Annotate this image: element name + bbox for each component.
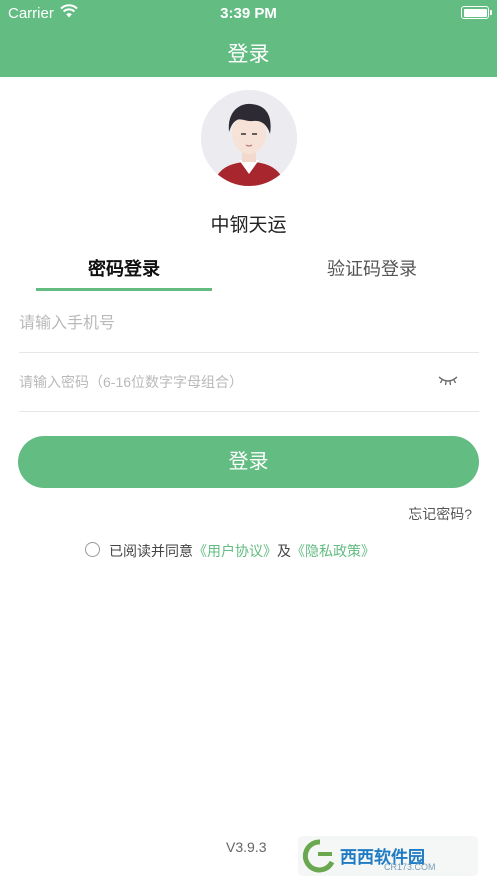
clock: 3:39 PM	[220, 5, 277, 22]
page-title: 登录	[227, 43, 270, 66]
navigation-bar: Carrier 3:39 PM 登录	[0, 0, 497, 77]
app-name: 中钢天运	[210, 215, 287, 236]
password-field	[19, 353, 479, 412]
password-input[interactable]	[19, 370, 419, 394]
eye-closed-icon[interactable]	[437, 372, 459, 388]
tab-password-login[interactable]: 密码登录	[36, 255, 212, 281]
watermark-domain: CR173.COM	[384, 862, 436, 872]
phone-field	[19, 300, 479, 353]
user-agreement-link[interactable]: 《用户协议》	[193, 543, 277, 559]
forgot-password-link[interactable]: 忘记密码?	[408, 504, 472, 524]
radio-unchecked-icon[interactable]	[85, 542, 100, 557]
version-label: V3.9.3	[226, 839, 267, 855]
battery-icon	[461, 6, 492, 19]
watermark-logo-icon	[302, 839, 335, 873]
phone-input[interactable]	[19, 312, 419, 336]
active-tab-indicator	[36, 288, 212, 291]
agreement-conjunction: 及	[277, 543, 291, 559]
watermark: 西西软件园 CR173.COM	[298, 836, 478, 876]
login-button[interactable]: 登录	[18, 436, 479, 488]
agreement-prefix: 已阅读并同意	[109, 543, 193, 559]
privacy-policy-link[interactable]: 《隐私政策》	[291, 543, 375, 559]
status-bar: Carrier 3:39 PM	[0, 0, 497, 26]
avatar	[201, 90, 297, 186]
tab-code-login[interactable]: 验证码登录	[284, 255, 460, 281]
